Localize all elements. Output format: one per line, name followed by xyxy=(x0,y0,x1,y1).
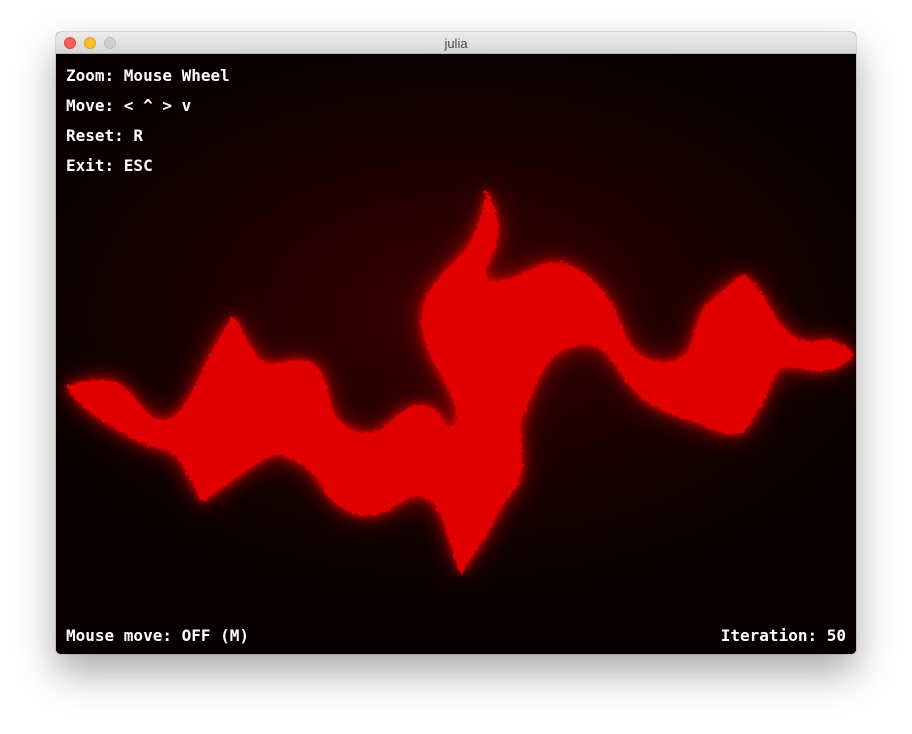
zoom-hint: Zoom: Mouse Wheel xyxy=(66,66,230,85)
window-title: julia xyxy=(444,36,468,51)
julia-set-fractal xyxy=(66,189,854,574)
reset-hint: Reset: R xyxy=(66,126,144,145)
iteration-counter: Iteration: 50 xyxy=(721,627,846,645)
app-window: julia Zoom: Mouse Wheel Move: < ^ > v Re… xyxy=(56,32,856,654)
exit-hint: Exit: ESC xyxy=(66,156,153,175)
move-hint: Move: < ^ > v xyxy=(66,96,192,115)
fractal-core xyxy=(66,189,854,574)
iteration-label: Iteration: xyxy=(720,626,818,645)
fractal-canvas[interactable]: Zoom: Mouse Wheel Move: < ^ > v Reset: R… xyxy=(56,54,856,654)
mouse-move-status: Mouse move: OFF (M) xyxy=(66,626,250,645)
title-bar[interactable]: julia xyxy=(56,32,856,54)
iteration-value: 50 xyxy=(826,626,846,645)
